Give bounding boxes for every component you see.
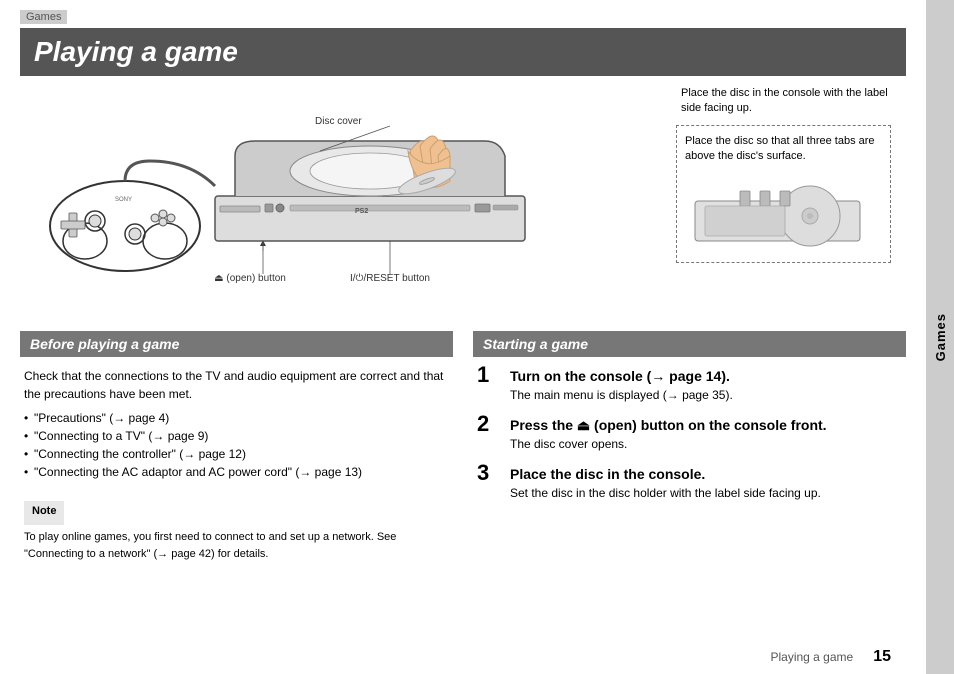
main-content: Games Playing a game — [0, 0, 926, 674]
diagram-section: SONY — [0, 76, 926, 326]
step-3-desc: Set the disc in the disc holder with the… — [510, 485, 902, 502]
step-2-content: Press the ⏏ (open) button on the console… — [510, 416, 902, 453]
disc-label-caption: Place the disc in the console with the l… — [676, 86, 906, 117]
list-item: "Connecting to a TV" (→ page 9) — [24, 427, 449, 445]
before-bullet-list: "Precautions" (→ page 4) "Connecting to … — [24, 409, 449, 481]
top-section: Games Playing a game — [0, 0, 926, 76]
note-text: To play online games, you first need to … — [24, 529, 449, 562]
step-1-content: Turn on the console (→ page 14). The mai… — [510, 367, 902, 404]
step-3: 3 Place the disc in the console. Set the… — [477, 465, 902, 502]
page-title-bar: Playing a game — [20, 28, 906, 76]
svg-text:I/⏻/RESET button: I/⏻/RESET button — [350, 273, 430, 284]
list-item: "Connecting the AC adaptor and AC power … — [24, 463, 449, 481]
step-3-number: 3 — [477, 462, 502, 484]
note-box: Note — [24, 501, 64, 525]
starting-section-header: Starting a game — [473, 331, 906, 357]
page-footer: Playing a game 15 — [770, 648, 891, 666]
diagram-right: Place the disc in the console with the l… — [666, 86, 906, 316]
page-title: Playing a game — [34, 36, 238, 67]
disc-info-box: Place the disc in the console with the l… — [676, 86, 906, 263]
before-intro: Check that the connections to the TV and… — [24, 367, 449, 403]
diagram-left: SONY — [20, 86, 666, 316]
list-item: "Connecting the controller" (→ page 12) — [24, 445, 449, 463]
list-item: "Precautions" (→ page 4) — [24, 409, 449, 427]
page-container: Games Games Playing a game — [0, 0, 954, 674]
step-3-content: Place the disc in the console. Set the d… — [510, 465, 902, 502]
side-tab: Games — [926, 0, 954, 674]
step-2-title: Press the ⏏ (open) button on the console… — [510, 416, 902, 434]
disc-tabs-caption: Place the disc so that all three tabs ar… — [685, 134, 882, 165]
step-1-number: 1 — [477, 364, 502, 386]
before-section-header: Before playing a game — [20, 331, 453, 357]
step-1: 1 Turn on the console (→ page 14). The m… — [477, 367, 902, 404]
step-1-desc: The main menu is displayed (→ page 35). — [510, 387, 902, 404]
before-section-body: Check that the connections to the TV and… — [20, 367, 453, 562]
footer-text: Playing a game — [770, 650, 853, 664]
svg-text:PS2: PS2 — [355, 208, 368, 215]
side-tab-label: Games — [933, 313, 948, 361]
disc-dashed-box: Place the disc so that all three tabs ar… — [676, 125, 891, 263]
page-number: 15 — [873, 648, 891, 666]
console-svg: SONY — [20, 96, 580, 296]
svg-text:⏏ (open) button: ⏏ (open) button — [214, 273, 286, 284]
step-3-title: Place the disc in the console. — [510, 465, 902, 483]
bottom-sections: Before playing a game Check that the con… — [0, 331, 926, 562]
note-label: Note — [32, 505, 56, 517]
before-section: Before playing a game Check that the con… — [20, 331, 453, 562]
starting-section-body: 1 Turn on the console (→ page 14). The m… — [473, 367, 906, 502]
step-2-number: 2 — [477, 413, 502, 435]
step-2-desc: The disc cover opens. — [510, 436, 902, 453]
games-category-label: Games — [20, 10, 67, 24]
svg-text:SONY: SONY — [115, 197, 132, 203]
step-2: 2 Press the ⏏ (open) button on the conso… — [477, 416, 902, 453]
step-1-title: Turn on the console (→ page 14). — [510, 367, 902, 385]
svg-text:Disc cover: Disc cover — [315, 116, 362, 127]
starting-section: Starting a game 1 Turn on the console (→… — [473, 331, 906, 562]
